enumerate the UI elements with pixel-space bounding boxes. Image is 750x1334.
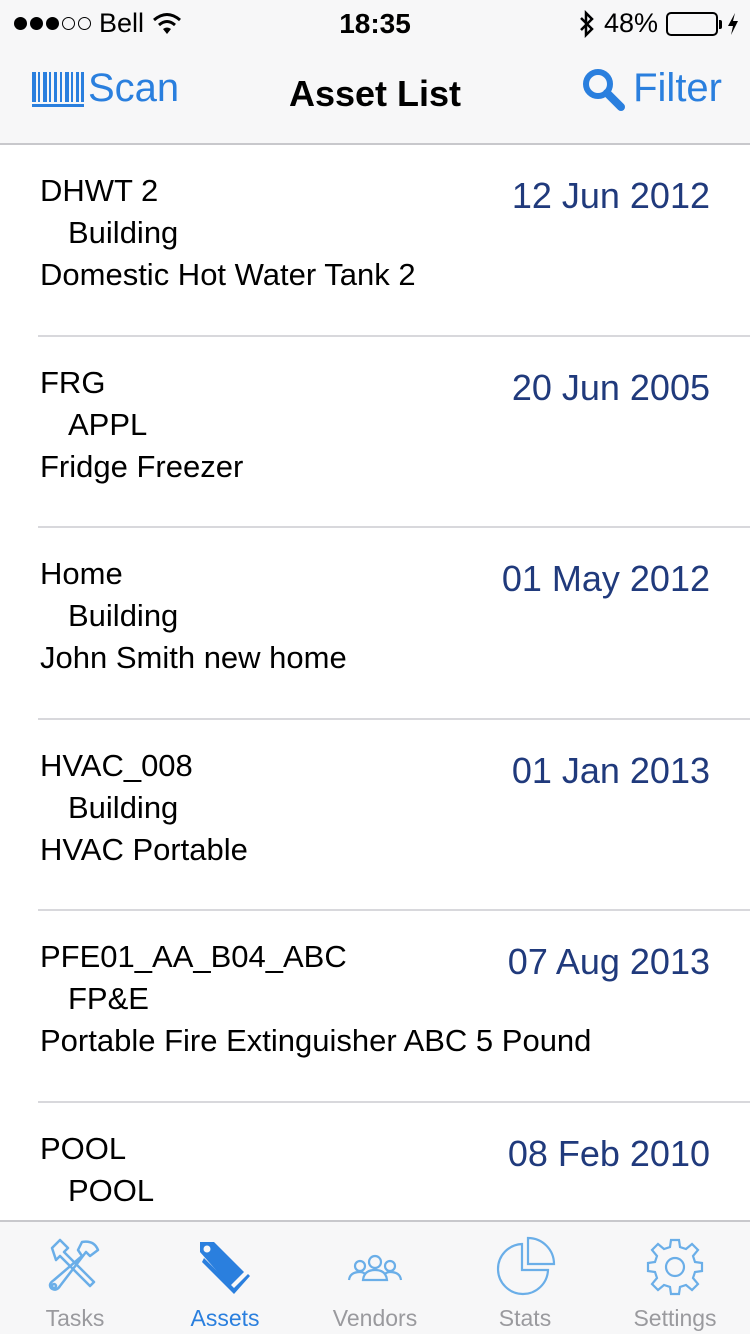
asset-date: 12 Jun 2012 <box>511 175 710 216</box>
asset-date: 01 May 2012 <box>501 558 710 599</box>
asset-date: 01 Jan 2013 <box>511 749 710 791</box>
tab-assets[interactable]: Assets <box>150 1222 300 1334</box>
asset-description: Portable Fire Extinguisher ABC 5 Pound <box>40 1023 592 1058</box>
top-bar: Bell 18:35 48% Scan Asset List Filter <box>0 0 750 145</box>
asset-row[interactable]: HVAC_008 Building HVAC Portable 01 Jan 2… <box>38 720 750 911</box>
tab-label: Stats <box>498 1305 552 1331</box>
navigation-bar: Scan Asset List Filter <box>0 48 750 143</box>
asset-row[interactable]: FRG APPL Fridge Freezer 20 Jun 2005 <box>38 337 750 528</box>
barcode-icon <box>32 71 84 107</box>
asset-code: HVAC_008 <box>40 747 193 783</box>
tab-label: Settings <box>633 1305 717 1331</box>
scan-button[interactable]: Scan <box>30 66 179 111</box>
asset-category: Building <box>68 215 179 250</box>
asset-date: 07 Aug 2013 <box>507 941 710 982</box>
asset-description: Domestic Hot Water Tank 2 <box>40 257 416 292</box>
pie-chart-icon <box>496 1236 556 1296</box>
asset-row[interactable]: POOL POOL 08 Feb 2010 <box>38 1103 750 1221</box>
tab-label: Assets <box>190 1305 260 1331</box>
asset-list: DHWT 2 Building Domestic Hot Water Tank … <box>0 145 750 1220</box>
tab-settings[interactable]: Settings <box>600 1222 750 1334</box>
asset-category: Building <box>68 789 179 825</box>
bluetooth-icon <box>580 9 594 38</box>
filter-label: Filter <box>633 66 722 110</box>
charging-bolt-icon <box>728 12 738 35</box>
tab-bar: Tasks Assets Vendors Stats Settings <box>0 1220 750 1334</box>
asset-row[interactable]: Home Building John Smith new home 01 May… <box>38 528 750 720</box>
scan-label: Scan <box>88 66 180 110</box>
asset-category: APPL <box>68 406 148 442</box>
gear-icon <box>646 1238 704 1296</box>
people-icon <box>347 1254 403 1282</box>
asset-category: POOL <box>68 1172 155 1208</box>
asset-description: Fridge Freezer <box>40 448 244 484</box>
tags-icon <box>200 1242 250 1294</box>
tab-stats[interactable]: Stats <box>450 1222 600 1334</box>
filter-button[interactable]: Filter <box>581 66 722 111</box>
asset-description: HVAC Portable <box>40 831 248 867</box>
tools-icon <box>48 1238 100 1291</box>
asset-row[interactable]: PFE01_AA_B04_ABC FP&E Portable Fire Exti… <box>38 911 750 1103</box>
tab-vendors[interactable]: Vendors <box>300 1222 450 1334</box>
asset-date: 08 Feb 2010 <box>507 1132 710 1174</box>
tab-tasks[interactable]: Tasks <box>0 1222 150 1334</box>
asset-category: Building <box>68 598 179 633</box>
asset-row[interactable]: DHWT 2 Building Domestic Hot Water Tank … <box>38 145 750 337</box>
asset-code: POOL <box>40 1130 127 1166</box>
asset-category: FP&E <box>68 981 149 1016</box>
status-bar: Bell 18:35 48% <box>0 0 750 48</box>
battery-icon <box>666 11 722 36</box>
tab-label: Vendors <box>332 1305 418 1331</box>
asset-date: 20 Jun 2005 <box>511 366 710 408</box>
asset-code: DHWT 2 <box>40 173 159 208</box>
asset-description: John Smith new home <box>40 640 347 675</box>
search-icon <box>583 68 626 111</box>
asset-code: FRG <box>40 364 106 400</box>
status-right: 48% <box>578 8 740 39</box>
tab-label: Tasks <box>45 1305 105 1331</box>
asset-code: Home <box>40 556 123 591</box>
battery-percent: 48% <box>603 8 658 38</box>
asset-code: PFE01_AA_B04_ABC <box>40 939 347 974</box>
